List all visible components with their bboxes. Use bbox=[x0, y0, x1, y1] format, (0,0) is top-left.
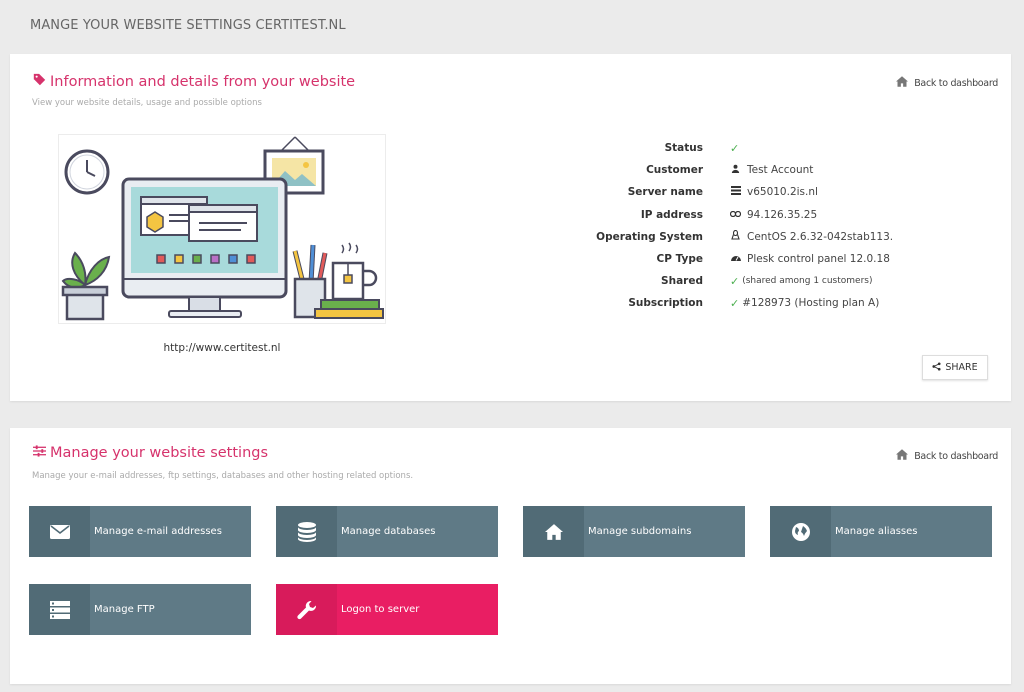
detail-value-text: 94.126.35.25 bbox=[747, 208, 818, 221]
tile-label: Manage aliasses bbox=[835, 526, 918, 537]
check-icon: ✓ bbox=[730, 296, 740, 310]
manage-card-title: Manage your website settings bbox=[33, 445, 268, 461]
tile-label: Logon to server bbox=[341, 604, 420, 615]
home-icon bbox=[896, 76, 909, 90]
detail-value: 94.126.35.25 bbox=[729, 208, 818, 221]
check-icon: ✓ bbox=[730, 274, 740, 288]
detail-label: Shared bbox=[661, 275, 703, 288]
detail-label: Operating System bbox=[596, 230, 703, 243]
detail-value: Test Account bbox=[730, 164, 813, 176]
manage-card: Manage your website settings Manage your… bbox=[10, 428, 1011, 684]
back-to-dashboard-label: Back to dashboard bbox=[914, 450, 998, 462]
monitor-illustration bbox=[121, 177, 288, 318]
tile-label: Manage FTP bbox=[94, 604, 155, 615]
linux-icon bbox=[730, 229, 741, 244]
server-icon bbox=[29, 584, 90, 635]
detail-row-cp-type: CP Type Plesk control panel 12.0.18 bbox=[550, 248, 893, 270]
clock-illustration bbox=[64, 149, 110, 195]
share-label: SHARE bbox=[945, 362, 978, 373]
sliders-icon bbox=[33, 445, 46, 461]
detail-row-ip-address: IP address 94.126.35.25 bbox=[550, 204, 893, 226]
info-card-subtitle: View your website details, usage and pos… bbox=[32, 98, 262, 108]
details-list: Status ✓ Customer Test Account Server na… bbox=[550, 137, 893, 315]
check-icon: ✓ bbox=[730, 141, 740, 155]
detail-label: Status bbox=[664, 142, 703, 155]
tile-manage-email[interactable]: Manage e-mail addresses bbox=[29, 506, 251, 557]
server-icon bbox=[730, 186, 741, 198]
database-icon bbox=[276, 506, 337, 557]
detail-row-subscription: Subscription ✓ #128973 (Hosting plan A) bbox=[550, 292, 893, 314]
detail-value-text: Test Account bbox=[747, 164, 814, 177]
tile-manage-databases[interactable]: Manage databases bbox=[276, 506, 498, 557]
home-icon bbox=[896, 449, 909, 463]
wrench-icon bbox=[276, 584, 337, 635]
dashboard-icon bbox=[730, 253, 741, 265]
detail-row-status: Status ✓ bbox=[550, 137, 893, 159]
detail-value-text: #128973 (Hosting plan A) bbox=[742, 297, 880, 310]
share-icon bbox=[932, 361, 941, 374]
info-card-title-text: Information and details from your websit… bbox=[50, 73, 356, 90]
detail-row-server-name: Server name v65010.2is.nl bbox=[550, 181, 893, 203]
detail-value: ✓ (shared among 1 customers) bbox=[730, 275, 873, 288]
user-icon bbox=[730, 164, 741, 176]
site-url[interactable]: http://www.certitest.nl bbox=[58, 342, 386, 354]
link-icon bbox=[729, 210, 742, 220]
detail-row-customer: Customer Test Account bbox=[550, 159, 893, 181]
share-button[interactable]: SHARE bbox=[922, 355, 988, 380]
plant-illustration bbox=[61, 251, 111, 321]
manage-card-title-text: Manage your website settings bbox=[50, 445, 269, 461]
tile-manage-ftp[interactable]: Manage FTP bbox=[29, 584, 251, 635]
detail-value-text: CentOS 2.6.32-042stab113. bbox=[747, 230, 894, 243]
back-to-dashboard-link[interactable]: Back to dashboard bbox=[896, 76, 998, 90]
detail-value: CentOS 2.6.32-042stab113. bbox=[730, 229, 894, 244]
tile-label: Manage e-mail addresses bbox=[94, 526, 222, 537]
tile-manage-subdomains[interactable]: Manage subdomains bbox=[523, 506, 745, 557]
website-illustration bbox=[58, 134, 386, 324]
home-icon bbox=[523, 506, 584, 557]
detail-value: v65010.2is.nl bbox=[730, 186, 818, 198]
detail-value: ✓ #128973 (Hosting plan A) bbox=[730, 297, 879, 310]
detail-label: Subscription bbox=[628, 297, 703, 310]
tile-logon-to-server[interactable]: Logon to server bbox=[276, 584, 498, 635]
detail-value-text: Plesk control panel 12.0.18 bbox=[747, 253, 890, 266]
manage-card-subtitle: Manage your e-mail addresses, ftp settin… bbox=[32, 471, 414, 481]
envelope-icon bbox=[29, 506, 90, 557]
globe-icon bbox=[770, 506, 831, 557]
detail-label: IP address bbox=[640, 208, 703, 221]
detail-label: Customer bbox=[646, 164, 703, 177]
detail-row-shared: Shared ✓ (shared among 1 customers) bbox=[550, 270, 893, 292]
back-to-dashboard-link[interactable]: Back to dashboard bbox=[896, 449, 998, 463]
detail-label: CP Type bbox=[656, 253, 703, 266]
back-to-dashboard-label: Back to dashboard bbox=[914, 77, 998, 89]
tile-label: Manage subdomains bbox=[588, 526, 692, 537]
detail-row-operating-system: Operating System CentOS 2.6.32-042stab11… bbox=[550, 226, 893, 248]
detail-value-text: (shared among 1 customers) bbox=[742, 276, 873, 287]
detail-label: Server name bbox=[627, 186, 703, 199]
tile-label: Manage databases bbox=[341, 526, 436, 537]
info-card-title: Information and details from your websit… bbox=[33, 73, 355, 90]
tag-icon bbox=[33, 73, 46, 90]
page-title: MANGE YOUR WEBSITE SETTINGS CERTITEST.NL bbox=[30, 18, 346, 33]
detail-value: ✓ bbox=[730, 142, 739, 155]
detail-value-text: v65010.2is.nl bbox=[747, 186, 818, 199]
detail-value: Plesk control panel 12.0.18 bbox=[730, 253, 890, 265]
tile-manage-aliasses[interactable]: Manage aliasses bbox=[770, 506, 992, 557]
info-card: Information and details from your websit… bbox=[10, 54, 1011, 401]
